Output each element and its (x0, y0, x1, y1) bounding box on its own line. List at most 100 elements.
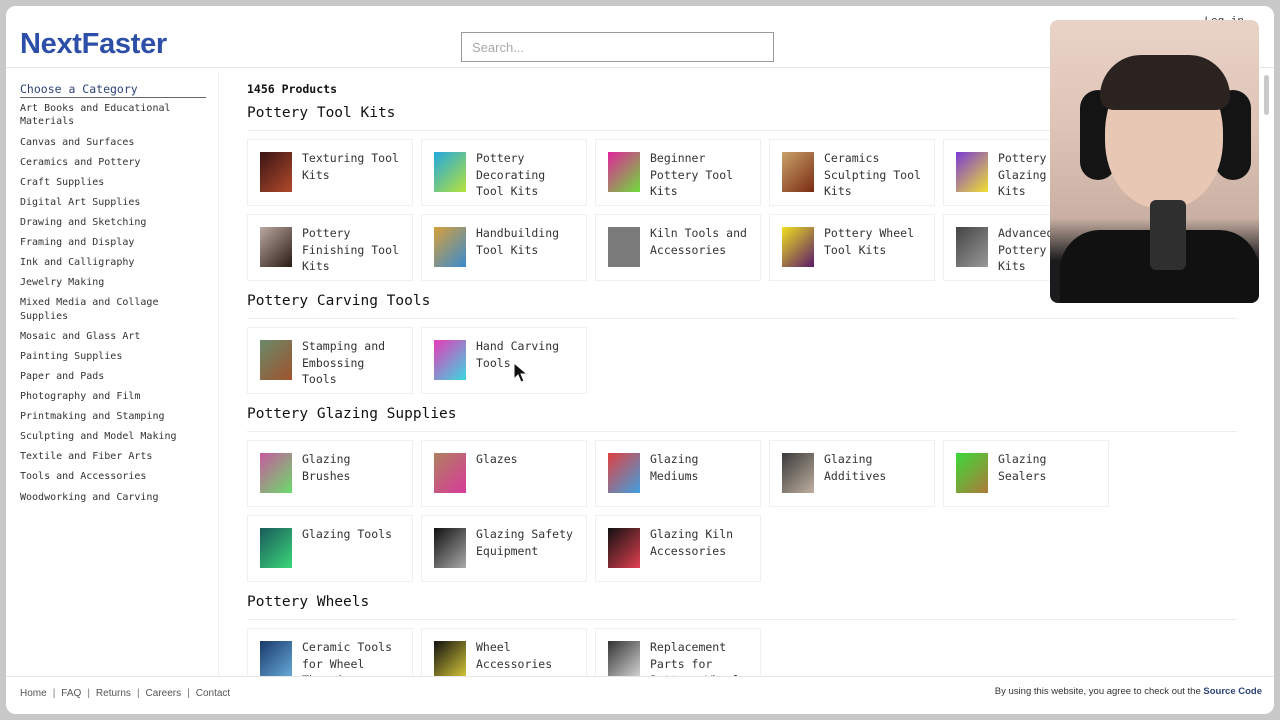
subcategory-thumbnail (608, 227, 640, 267)
site-footer: Home | FAQ | Returns | Careers | Contact By usin… (6, 676, 1274, 714)
footer-link[interactable]: Home (20, 688, 47, 699)
subcategory-card[interactable]: Glazing Safety Equipment (421, 515, 587, 582)
subcategory-thumbnail (434, 340, 466, 380)
sidebar-item-category[interactable]: Craft Supplies (20, 176, 206, 189)
subcategory-thumbnail (434, 641, 466, 681)
footer-link[interactable]: Contact (196, 688, 230, 699)
footer-separator: | (187, 688, 190, 699)
subcategory-card[interactable]: Pottery Decorating Tool Kits (421, 139, 587, 206)
subcategory-label: Stamping and Embossing Tools (302, 339, 386, 387)
subcategory-card[interactable]: Glazes (421, 440, 587, 507)
subcategory-label: Glazing Kiln Accessories (650, 527, 734, 558)
subcategory-thumbnail (608, 453, 640, 493)
scrollbar[interactable] (1264, 72, 1270, 680)
subcategory-label: Ceramics Sculpting Tool Kits (824, 151, 921, 199)
footer-link[interactable]: FAQ (61, 688, 81, 699)
subcategory-label: Pottery Wheel Tool Kits (824, 226, 915, 257)
sidebar-item-category[interactable]: Photography and Film (20, 390, 206, 403)
sidebar-item-category[interactable]: Digital Art Supplies (20, 196, 206, 209)
subcategory-card[interactable]: Texturing Tool Kits (247, 139, 413, 206)
subcategory-card[interactable]: Glazing Mediums (595, 440, 761, 507)
subcategory-thumbnail (782, 152, 814, 192)
footer-link[interactable]: Careers (146, 688, 182, 699)
category-list: Art Books and Educational Materials Canva… (20, 102, 206, 504)
subcategory-grid: Stamping and Embossing Tools Hand Carving… (247, 327, 1237, 394)
sidebar-item-category[interactable]: Woodworking and Carving (20, 491, 206, 504)
subcategory-card[interactable]: Glazing Kiln Accessories (595, 515, 761, 582)
product-section: Pottery Carving Tools Stamping and Emboss… (247, 290, 1237, 394)
subcategory-label: Kiln Tools and Accessories (650, 226, 747, 257)
subcategory-label: Handbuilding Tool Kits (476, 226, 560, 257)
sidebar-title: Choose a Category (20, 82, 206, 98)
microphone (1150, 200, 1186, 270)
subcategory-label: Glazing Brushes (302, 452, 351, 483)
webcam-overlay (1050, 20, 1259, 303)
sidebar-item-category[interactable]: Tools and Accessories (20, 470, 206, 483)
sidebar-item-category[interactable]: Framing and Display (20, 236, 206, 249)
product-section: Pottery Glazing Supplies Glazing Brushes G… (247, 403, 1237, 582)
subcategory-card[interactable]: Glazing Additives (769, 440, 935, 507)
sidebar-item-category[interactable]: Mosaic and Glass Art (20, 330, 206, 343)
subcategory-card[interactable]: Glazing Brushes (247, 440, 413, 507)
subcategory-thumbnail (434, 227, 466, 267)
footer-note: By using this website, you agree to chec… (995, 686, 1262, 697)
subcategory-thumbnail (782, 453, 814, 493)
subcategory-label: Pottery Finishing Tool Kits (302, 226, 399, 274)
subcategory-label: Glazing Sealers (998, 452, 1047, 483)
footer-link[interactable]: Returns (96, 688, 131, 699)
subcategory-label: Wheel Accessories (476, 640, 553, 671)
subcategory-card[interactable]: Handbuilding Tool Kits (421, 214, 587, 281)
sidebar-item-category[interactable]: Art Books and Educational Materials (20, 102, 206, 129)
subcategory-thumbnail (260, 641, 292, 681)
subcategory-card[interactable]: Pottery Wheel Tool Kits (769, 214, 935, 281)
footer-separator: | (52, 688, 56, 699)
subcategory-card[interactable]: Stamping and Embossing Tools (247, 327, 413, 394)
sidebar-item-category[interactable]: Painting Supplies (20, 350, 206, 363)
subcategory-card[interactable]: Hand Carving Tools (421, 327, 587, 394)
search-input[interactable] (461, 32, 774, 62)
subcategory-grid: Glazing Brushes Glazes Glazing Mediums Glaz… (247, 440, 1237, 582)
subcategory-card[interactable]: Ceramics Sculpting Tool Kits (769, 139, 935, 206)
subcategory-label: Glazing Mediums (650, 452, 699, 483)
subcategory-thumbnail (608, 528, 640, 568)
subcategory-thumbnail (782, 227, 814, 267)
sidebar-item-category[interactable]: Mixed Media and Collage Supplies (20, 296, 206, 323)
subcategory-label: Texturing Tool Kits (302, 151, 399, 182)
sidebar-item-category[interactable]: Sculpting and Model Making (20, 430, 206, 443)
subcategory-label: Pottery Decorating Tool Kits (476, 151, 546, 199)
sidebar-item-category[interactable]: Printmaking and Stamping (20, 410, 206, 423)
sidebar-divider (218, 72, 219, 680)
subcategory-thumbnail (608, 152, 640, 192)
sidebar-item-category[interactable]: Canvas and Surfaces (20, 136, 206, 149)
subcategory-card[interactable]: Kiln Tools and Accessories (595, 214, 761, 281)
subcategory-card[interactable]: Glazing Sealers (943, 440, 1109, 507)
sidebar-item-category[interactable]: Textile and Fiber Arts (20, 450, 206, 463)
subcategory-card[interactable]: Glazing Tools (247, 515, 413, 582)
footer-links: Home | FAQ | Returns | Careers | Contact (20, 688, 230, 699)
presenter-hair (1100, 55, 1230, 110)
subcategory-card[interactable]: Beginner Pottery Tool Kits (595, 139, 761, 206)
sidebar-item-category[interactable]: Drawing and Sketching (20, 216, 206, 229)
subcategory-label: Glazing Safety Equipment (476, 527, 573, 558)
subcategory-thumbnail (434, 152, 466, 192)
subcategory-label: Beginner Pottery Tool Kits (650, 151, 734, 199)
sidebar-item-category[interactable]: Ceramics and Pottery (20, 156, 206, 169)
section-title[interactable]: Pottery Glazing Supplies (247, 403, 1237, 432)
subcategory-label: Glazes (476, 452, 518, 466)
subcategory-thumbnail (956, 152, 988, 192)
category-sidebar: Choose a Category Art Books and Educatio… (20, 82, 206, 511)
footer-separator: | (87, 688, 90, 699)
subcategory-thumbnail (608, 641, 640, 681)
subcategory-label: Glazing Additives (824, 452, 887, 483)
footer-note-text: By using this website, you agree to chec… (994, 686, 1201, 697)
section-title[interactable]: Pottery Wheels (247, 591, 1237, 620)
logo[interactable]: NextFaster (20, 28, 167, 61)
scrollbar-thumb[interactable] (1264, 75, 1269, 115)
sidebar-item-category[interactable]: Paper and Pads (20, 370, 206, 383)
subcategory-label: Glazing Tools (302, 527, 393, 541)
source-code-link[interactable]: Source Code (1203, 686, 1262, 697)
subcategory-card[interactable]: Pottery Finishing Tool Kits (247, 214, 413, 281)
subcategory-thumbnail (956, 227, 988, 267)
sidebar-item-category[interactable]: Ink and Calligraphy (20, 256, 206, 269)
sidebar-item-category[interactable]: Jewelry Making (20, 276, 206, 289)
